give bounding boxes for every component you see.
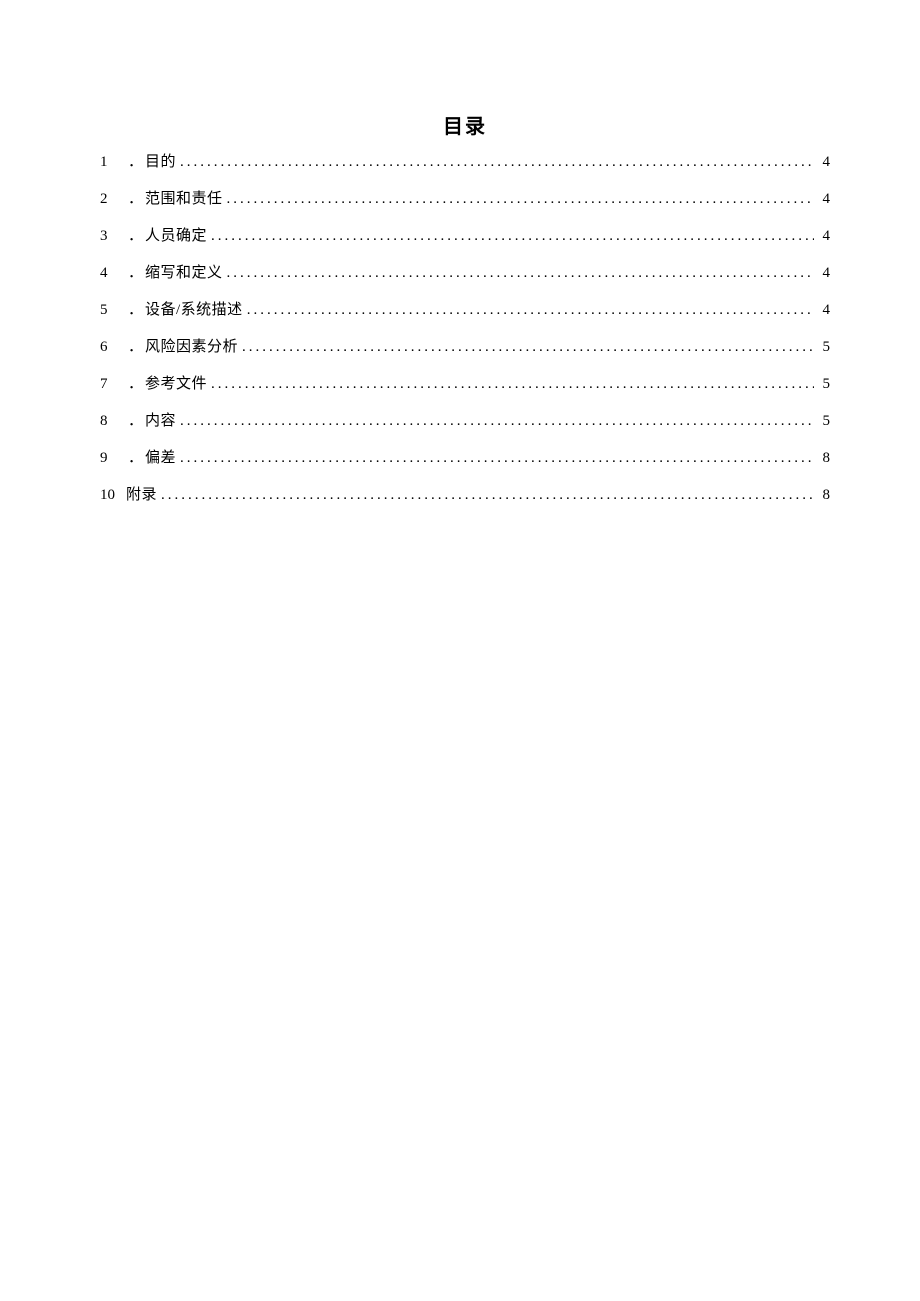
toc-number: 2 (100, 192, 126, 207)
toc-separator: ． (128, 414, 143, 429)
toc-leader-dots (211, 229, 814, 244)
toc-list: 1．目的42．范围和责任43．人员确定44．缩写和定义45．设备/系统描述46．… (100, 155, 830, 503)
toc-number: 7 (100, 377, 126, 392)
toc-separator: ． (128, 155, 143, 170)
toc-leader-dots (180, 451, 814, 466)
toc-page-number: 5 (818, 377, 830, 392)
toc-page-number: 8 (818, 488, 830, 503)
toc-page-number: 5 (818, 414, 830, 429)
toc-label: 人员确定 (145, 229, 207, 244)
toc-page-number: 4 (818, 155, 830, 170)
toc-row: 8．内容 5 (100, 414, 830, 429)
toc-label: 目的 (145, 155, 176, 170)
toc-number: 4 (100, 266, 126, 281)
toc-row: 4．缩写和定义4 (100, 266, 830, 281)
toc-number: 8 (100, 414, 126, 429)
toc-label: 范围和责任 (145, 192, 223, 207)
toc-label: 设备/系统描述 (145, 303, 243, 318)
toc-separator: ． (128, 303, 143, 318)
toc-label: 偏差 (145, 451, 176, 466)
toc-separator: ． (128, 229, 143, 244)
toc-leader-dots (161, 488, 814, 503)
toc-number: 5 (100, 303, 126, 318)
toc-number: 6 (100, 340, 126, 355)
toc-label: 缩写和定义 (145, 266, 223, 281)
toc-row: 9．偏差 8 (100, 451, 830, 466)
toc-leader-dots (227, 192, 814, 207)
toc-leader-dots (180, 155, 814, 170)
toc-number: 3 (100, 229, 126, 244)
toc-page-number: 4 (818, 266, 830, 281)
toc-page-number: 4 (818, 229, 830, 244)
toc-leader-dots (180, 414, 814, 429)
toc-row: 5．设备/系统描述 4 (100, 303, 830, 318)
toc-leader-dots (242, 340, 814, 355)
toc-page-number: 5 (818, 340, 830, 355)
toc-leader-dots (247, 303, 814, 318)
toc-label: 附录 (126, 488, 157, 503)
toc-row: 3．人员确定 4 (100, 229, 830, 244)
toc-separator: ． (128, 451, 143, 466)
toc-page-number: 8 (818, 451, 830, 466)
toc-row: 1．目的 4 (100, 155, 830, 170)
toc-row: 6．风险因素分析 5 (100, 340, 830, 355)
toc-label: 内容 (145, 414, 176, 429)
toc-row: 10附录 8 (100, 488, 830, 503)
toc-page-number: 4 (818, 192, 830, 207)
toc-number: 1 (100, 155, 126, 170)
toc-row: 2．范围和责任 4 (100, 192, 830, 207)
toc-separator: ． (128, 340, 143, 355)
toc-number: 9 (100, 451, 126, 466)
toc-page-number: 4 (818, 303, 830, 318)
toc-row: 7．参考文件 5 (100, 377, 830, 392)
toc-leader-dots (211, 377, 814, 392)
toc-number: 10 (100, 488, 126, 503)
toc-separator: ． (128, 266, 143, 281)
toc-label: 参考文件 (145, 377, 207, 392)
toc-title: 目录 (100, 110, 830, 139)
toc-label: 风险因素分析 (145, 340, 238, 355)
toc-separator: ． (128, 192, 143, 207)
toc-separator: ． (128, 377, 143, 392)
toc-leader-dots (227, 266, 814, 281)
